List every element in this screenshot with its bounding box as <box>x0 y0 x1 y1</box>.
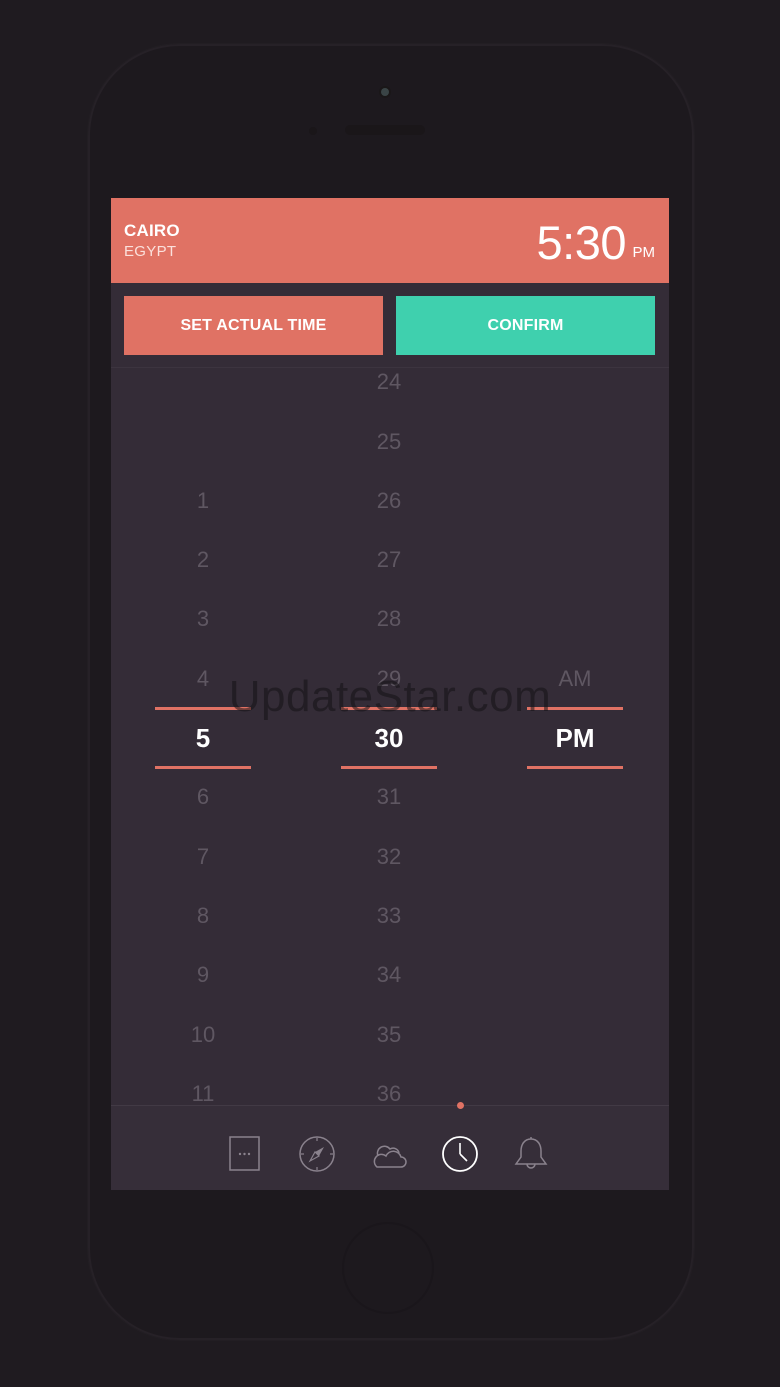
hour-option[interactable]: 2 <box>155 545 251 575</box>
hour-option[interactable]: 10 <box>155 1020 251 1050</box>
tab-compass[interactable] <box>297 1134 337 1174</box>
minute-selection-line-top <box>341 707 437 710</box>
minute-option[interactable]: 28 <box>341 604 437 634</box>
period-selection-line-top <box>527 707 623 710</box>
tab-weather[interactable] <box>368 1134 408 1174</box>
minute-option[interactable]: 32 <box>341 842 437 872</box>
tab-alarm[interactable] <box>511 1134 551 1174</box>
app-screen: CAIRO EGYPT 5:30 PM SET ACTUAL TIME CONF… <box>111 198 669 1190</box>
front-camera <box>381 88 389 96</box>
hour-option[interactable]: 8 <box>155 901 251 931</box>
minute-selection-line-bottom <box>341 766 437 769</box>
bottom-tab-bar <box>111 1105 669 1190</box>
hour-option[interactable]: 9 <box>155 960 251 990</box>
earpiece-speaker <box>345 125 425 135</box>
minute-selected[interactable]: 30 <box>341 723 437 753</box>
home-button[interactable] <box>342 1222 434 1314</box>
hour-option[interactable]: 7 <box>155 842 251 872</box>
hour-option[interactable]: 1 <box>155 486 251 516</box>
hour-selection-line-top <box>155 707 251 710</box>
country-name: EGYPT <box>124 243 177 260</box>
city-name: CAIRO <box>124 221 180 240</box>
current-time: 5:30 <box>536 216 627 269</box>
hour-selected[interactable]: 5 <box>155 723 251 753</box>
minute-option[interactable]: 27 <box>341 545 437 575</box>
more-icon <box>229 1136 260 1171</box>
tab-more[interactable] <box>225 1134 265 1174</box>
hour-option[interactable]: 3 <box>155 604 251 634</box>
minute-option[interactable]: 26 <box>341 486 437 516</box>
compass-icon <box>299 1136 335 1172</box>
hour-selection-line-bottom <box>155 766 251 769</box>
active-tab-indicator <box>457 1102 464 1109</box>
hour-option[interactable]: 6 <box>155 782 251 812</box>
minute-option[interactable]: 31 <box>341 782 437 812</box>
location-header: CAIRO EGYPT 5:30 PM <box>111 198 669 283</box>
minute-option[interactable]: 33 <box>341 901 437 931</box>
weather-icon <box>373 1145 407 1168</box>
minute-option[interactable]: 34 <box>341 960 437 990</box>
clock-icon <box>442 1136 478 1172</box>
hour-option[interactable]: 4 <box>155 664 251 694</box>
confirm-button[interactable]: CONFIRM <box>396 296 655 355</box>
minute-option[interactable]: 24 <box>341 367 437 397</box>
bell-icon <box>514 1137 548 1169</box>
minute-option[interactable]: 29 <box>341 664 437 694</box>
period-selected[interactable]: PM <box>527 723 623 753</box>
front-sensor <box>309 127 317 135</box>
period-option[interactable]: AM <box>527 664 623 694</box>
current-time-period: PM <box>632 244 656 261</box>
set-actual-time-button[interactable]: SET ACTUAL TIME <box>124 296 383 355</box>
minute-option[interactable]: 35 <box>341 1020 437 1050</box>
minute-option[interactable]: 25 <box>341 427 437 457</box>
period-selection-line-bottom <box>527 766 623 769</box>
tab-clock[interactable] <box>440 1134 480 1174</box>
